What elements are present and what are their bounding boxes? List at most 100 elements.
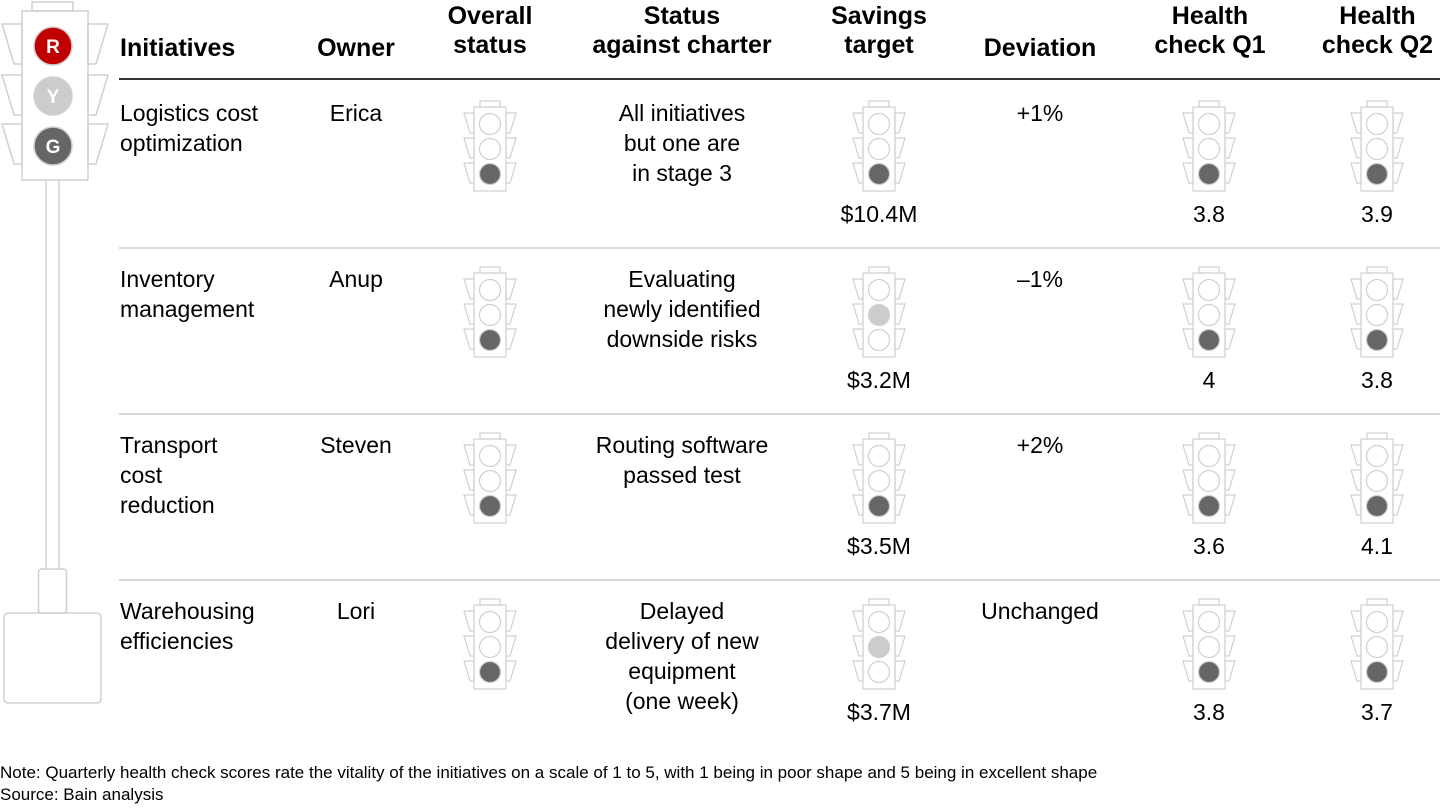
charter-status-line: but one are <box>623 130 741 156</box>
yellow-lamp-icon <box>478 303 502 327</box>
header-hc2-line1: Health <box>1339 2 1416 30</box>
red-lamp-icon <box>1197 610 1221 634</box>
green-lamp-icon <box>867 328 891 352</box>
row-divider <box>119 413 1440 415</box>
overall-status-light <box>463 100 517 192</box>
savings-target-value: $3.2M <box>847 367 911 393</box>
health-q1-light <box>1182 598 1236 690</box>
red-lamp-icon <box>1197 278 1221 302</box>
header-overall-status: Overall status <box>430 2 550 60</box>
green-lamp-icon <box>478 328 502 352</box>
green-lamp-icon <box>1197 494 1221 518</box>
owner-name: Steven <box>320 432 392 458</box>
red-lamp-icon <box>1365 610 1389 634</box>
initiative-name-line: Inventory <box>120 266 215 292</box>
overall-status-light <box>463 432 517 524</box>
charter-status-line: (one week) <box>625 688 739 714</box>
yellow-lamp-icon <box>1197 635 1221 659</box>
yellow-lamp-icon <box>478 635 502 659</box>
green-lamp-icon <box>1197 162 1221 186</box>
initiative-name-line: cost <box>120 462 163 488</box>
overall-status-light <box>463 266 517 358</box>
health-q1-light <box>1182 432 1236 524</box>
health-q2-light <box>1350 432 1404 524</box>
header-hc1-line2: check Q1 <box>1154 31 1266 59</box>
light-cap <box>31 1 74 12</box>
deviation-value: +1% <box>1016 100 1064 126</box>
yellow-lamp-icon <box>1197 469 1221 493</box>
header-initiatives-text: Initiatives <box>120 34 236 62</box>
charter-status: Routing software passed test <box>562 430 802 490</box>
charter-status-line: Delayed <box>639 598 725 624</box>
header-charter-line2: against charter <box>592 31 772 59</box>
savings-target-value: $3.7M <box>847 699 911 725</box>
red-lamp-icon <box>478 444 502 468</box>
savings-target-value: $10.4M <box>840 201 918 227</box>
health-q2-light <box>1350 266 1404 358</box>
initiative-name-line: efficiencies <box>120 628 234 654</box>
savings-target-light <box>852 266 906 358</box>
header-divider <box>119 78 1440 80</box>
owner-name: Anup <box>329 266 383 292</box>
yellow-lamp-icon <box>867 469 891 493</box>
header-deviation-text: Deviation <box>983 34 1097 62</box>
charter-status-line: All initiatives <box>618 100 746 126</box>
green-lamp-icon <box>1365 660 1389 684</box>
header-savings-target: Savings target <box>809 2 949 60</box>
initiative-name-line: management <box>120 296 255 322</box>
green-lamp-icon <box>1197 660 1221 684</box>
yellow-lamp-icon <box>1365 303 1389 327</box>
health-q2-light <box>1350 598 1404 690</box>
yellow-lamp-icon <box>1365 137 1389 161</box>
yellow-lamp-icon <box>1365 469 1389 493</box>
initiative-name-line: Transport <box>120 432 218 458</box>
footnote-note: Note: Quarterly health check scores rate… <box>0 763 1098 782</box>
yellow-lamp-icon <box>867 303 891 327</box>
initiative-name: Warehousing efficiencies <box>120 596 255 656</box>
header-initiatives: Initiatives <box>120 34 235 63</box>
charter-status-line: Routing software <box>595 432 769 458</box>
health-q1-score: 3.8 <box>1193 699 1225 725</box>
red-lamp-icon <box>478 278 502 302</box>
charter-status: Delayed delivery of new equipment (one week… <box>562 596 802 716</box>
charter-status-line: Evaluating <box>628 266 736 292</box>
yellow-lamp-icon <box>1365 635 1389 659</box>
deviation-value: Unchanged <box>981 598 1099 624</box>
yellow-lamp-icon <box>478 469 502 493</box>
header-health-q1: Health check Q1 <box>1130 2 1290 60</box>
red-lamp-icon <box>867 278 891 302</box>
red-lamp-icon <box>478 112 502 136</box>
initiative-name: Logistics cost optimization <box>120 98 258 158</box>
red-lamp-icon <box>867 112 891 136</box>
savings-target-light <box>852 598 906 690</box>
green-lamp-icon <box>1365 162 1389 186</box>
savings-target-light <box>852 432 906 524</box>
header-health-q2: Health check Q2 <box>1300 2 1440 60</box>
header-savings-line2: target <box>844 31 914 59</box>
green-lamp-icon <box>867 162 891 186</box>
red-lamp-icon <box>1365 444 1389 468</box>
red-lamp-icon <box>1197 112 1221 136</box>
yellow-lamp-icon <box>867 635 891 659</box>
charter-status-line: passed test <box>623 462 741 488</box>
header-hc2-line2: check Q2 <box>1321 31 1434 59</box>
red-lamp-icon <box>1197 444 1221 468</box>
initiative-name-line: Logistics cost <box>120 100 259 126</box>
initiative-name-line: Warehousing <box>120 598 255 624</box>
charter-status: Evaluating newly identified downside risks <box>562 264 802 354</box>
header-owner: Owner <box>296 34 416 63</box>
header-status-charter: Status against charter <box>562 2 802 60</box>
header-overall-line1: Overall <box>447 2 533 30</box>
header-deviation: Deviation <box>965 34 1115 63</box>
yellow-lamp-icon <box>867 137 891 161</box>
red-lamp-icon <box>478 610 502 634</box>
yellow-lamp-icon <box>478 137 502 161</box>
health-q2-score: 3.7 <box>1361 699 1393 725</box>
yellow-lamp-icon <box>1197 303 1221 327</box>
header-owner-text: Owner <box>317 34 395 62</box>
yellow-lamp-icon <box>1197 137 1221 161</box>
health-q2-score: 4.1 <box>1361 533 1393 559</box>
row-divider <box>119 247 1440 249</box>
owner-name: Erica <box>329 100 383 126</box>
health-q1-score: 3.6 <box>1193 533 1225 559</box>
